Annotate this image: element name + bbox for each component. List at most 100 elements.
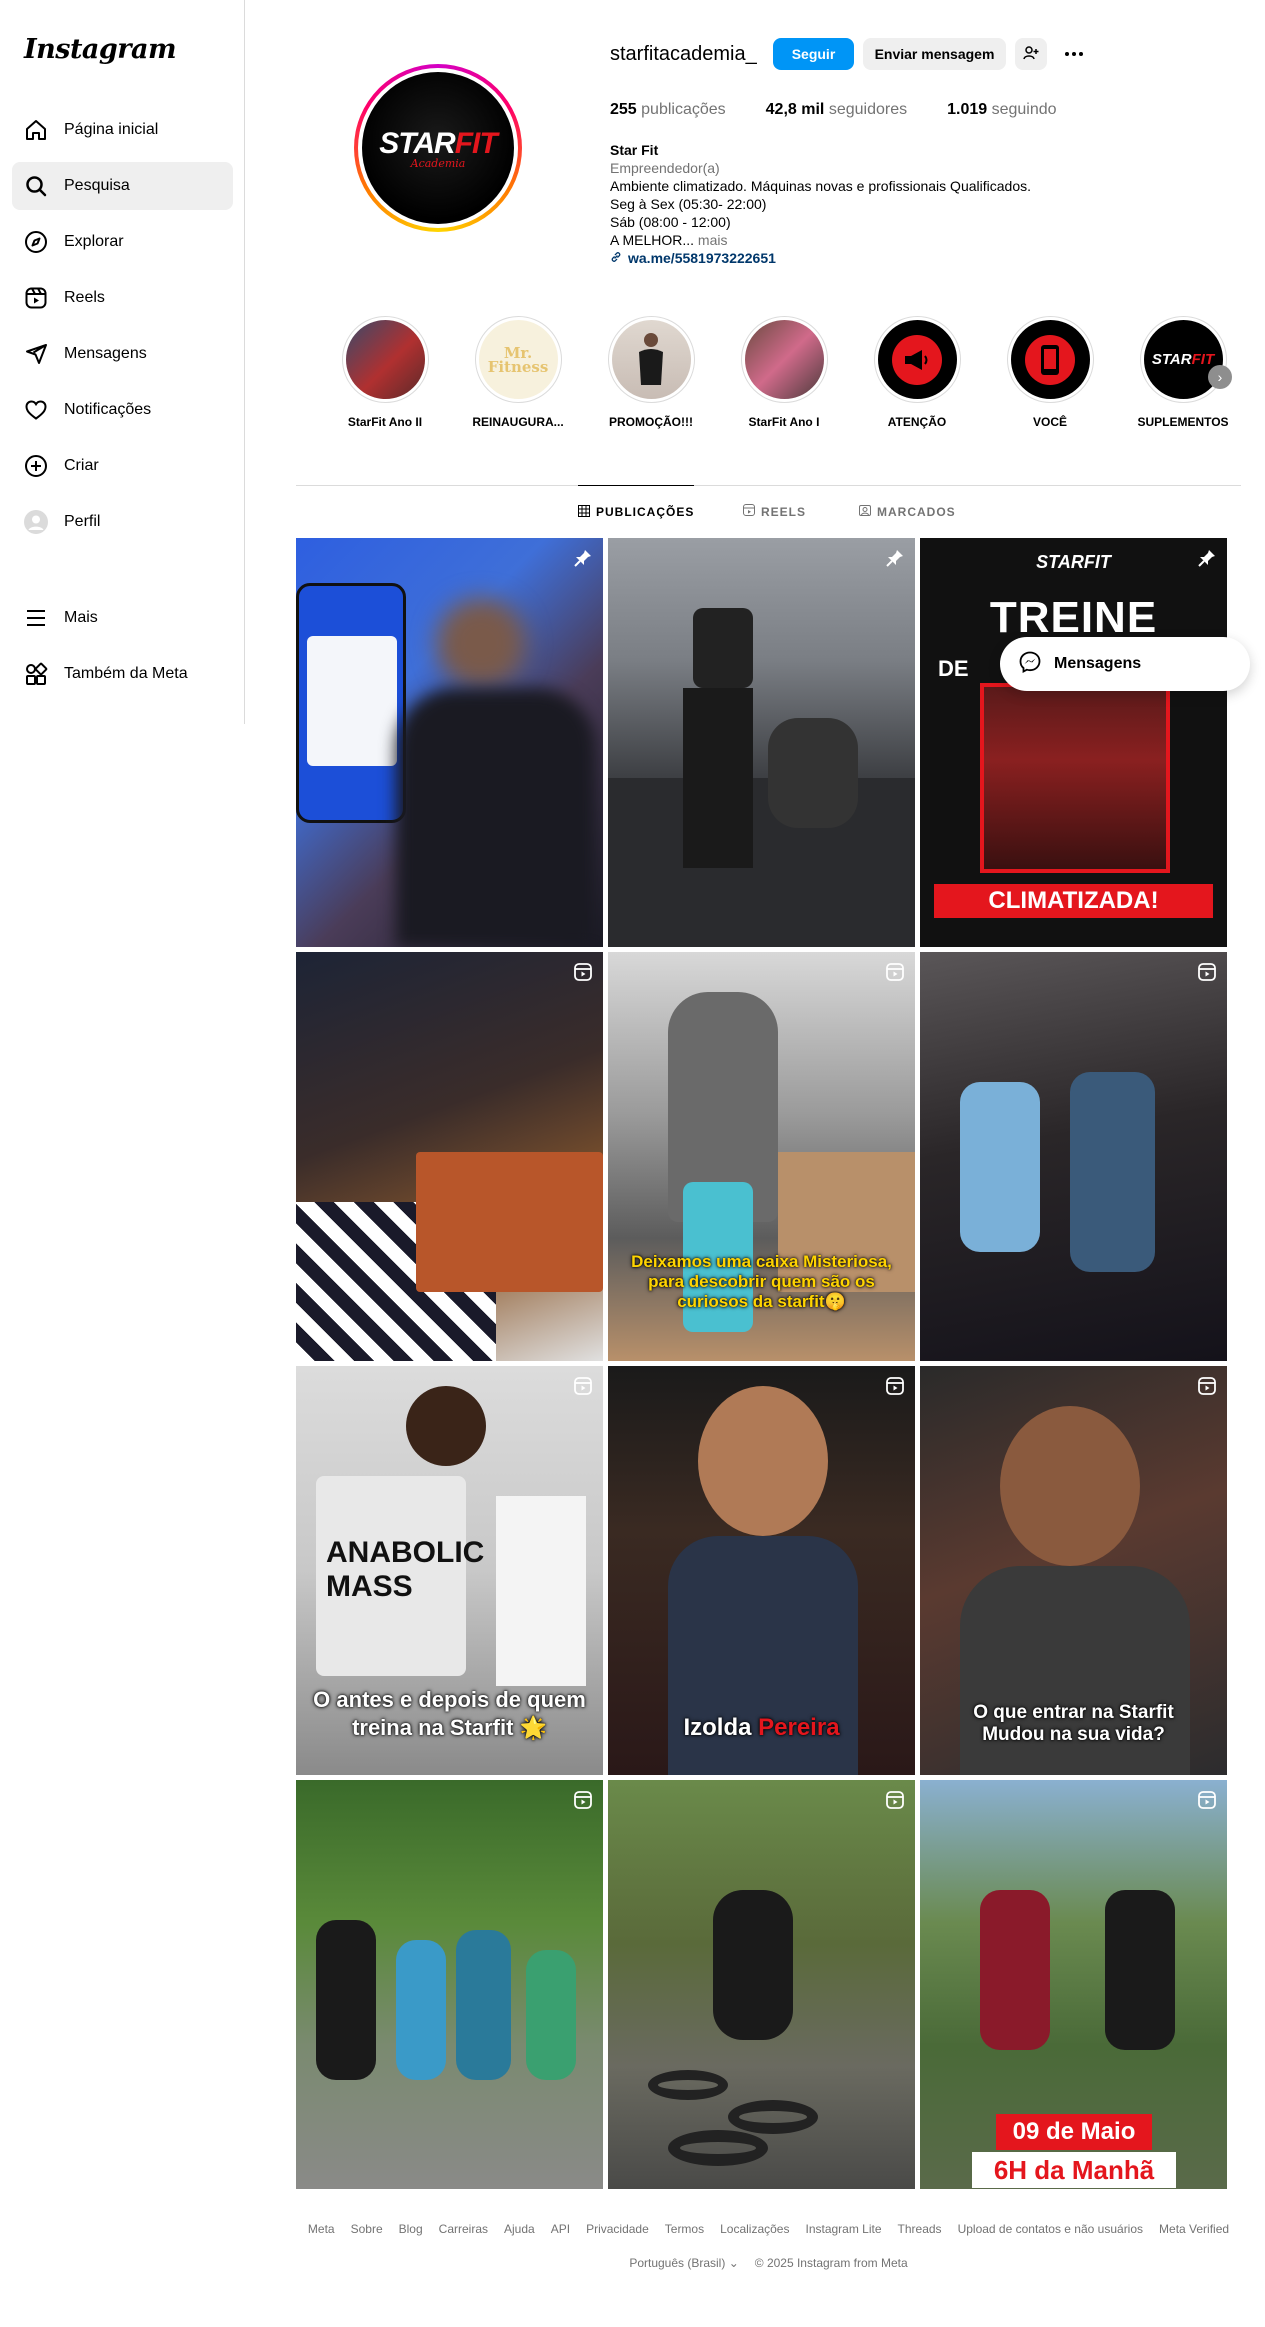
sidebar-item-notifications[interactable]: Notificações (12, 386, 233, 434)
followers-count[interactable]: 42,8 mil seguidores (766, 101, 907, 119)
footer-link[interactable]: Privacidade (586, 2222, 649, 2236)
sidebar-item-label: Página inicial (64, 121, 159, 138)
post-thumbnail[interactable]: 09 de Maio 6H da Manhã (920, 1780, 1227, 2189)
following-count[interactable]: 1.019 seguindo (947, 101, 1056, 119)
home-icon (24, 118, 48, 142)
heart-icon (24, 398, 48, 422)
highlight-item[interactable]: Mr. Fitness REINAUGURA... (468, 316, 568, 429)
sidebar-item-messages[interactable]: Mensagens (12, 330, 233, 378)
highlight-thumbnail (345, 320, 425, 399)
sidebar-item-explore[interactable]: Explorar (12, 218, 233, 266)
highlight-thumbnail (877, 320, 957, 399)
footer-link[interactable]: API (551, 2222, 570, 2236)
reel-icon (573, 1790, 593, 1810)
follow-button[interactable]: Seguir (773, 38, 854, 70)
bio-link-text: wa.me/5581973222651 (628, 250, 776, 266)
highlight-label: VOCÊ (1032, 415, 1067, 429)
highlight-item[interactable]: StarFit Ano I (734, 316, 834, 429)
post-thumbnail[interactable] (920, 952, 1227, 1361)
highlight-label: StarFit Ano II (347, 415, 423, 429)
footer-link[interactable]: Termos (665, 2222, 704, 2236)
more-options-icon[interactable] (1062, 42, 1086, 66)
sidebar-item-also-from-meta[interactable]: Também da Meta (12, 650, 233, 698)
profile-display-name: Star Fit (610, 142, 659, 158)
messages-floating-button[interactable]: Mensagens (1000, 637, 1250, 691)
suggested-accounts-button[interactable] (1015, 38, 1047, 70)
language-selector[interactable]: Português (Brasil) ⌄ (629, 2256, 738, 2270)
reel-icon (885, 1790, 905, 1810)
highlight-item[interactable]: VOCÊ (1000, 316, 1100, 429)
instagram-logo[interactable]: Instagram (24, 34, 177, 65)
tab-posts[interactable]: PUBLICAÇÕES (578, 485, 695, 538)
highlight-label: PROMOÇÃO!!! (609, 415, 693, 429)
posts-count-label: publicações (641, 101, 726, 118)
footer-link[interactable]: Upload de contatos e não usuários (958, 2222, 1143, 2236)
profile-avatar-story-ring[interactable]: STARFIT Academia (354, 64, 522, 232)
post-thumbnail[interactable] (296, 1780, 603, 2189)
post-thumbnail[interactable]: STARFIT TREINE DE CLIMATIZADA! (920, 538, 1227, 947)
profile-stats: 255 publicações 42,8 mil seguidores 1.01… (610, 101, 1097, 119)
footer-link[interactable]: Blog (399, 2222, 423, 2236)
pinned-icon (885, 548, 905, 568)
reel-icon (885, 1376, 905, 1396)
tab-label: MARCADOS (877, 504, 956, 519)
link-icon (610, 249, 622, 267)
bio-line: Seg à Sex (05:30- 22:00) (610, 196, 767, 212)
highlight-item[interactable]: StarFit Ano II (335, 316, 435, 429)
bio-line: Ambiente climatizado. Máquinas novas e p… (610, 178, 1031, 194)
footer-link[interactable]: Sobre (351, 2222, 383, 2236)
sidebar-item-home[interactable]: Página inicial (12, 106, 233, 154)
sidebar-item-profile[interactable]: Perfil (12, 498, 233, 546)
search-icon (24, 174, 48, 198)
sidebar-item-search[interactable]: Pesquisa (12, 162, 233, 210)
sidebar-item-reels[interactable]: Reels (12, 274, 233, 322)
highlight-thumbnail-text: Mr. Fitness (487, 343, 549, 376)
tab-label: PUBLICAÇÕES (596, 505, 695, 519)
reel-icon (573, 1376, 593, 1396)
post-caption: O que entrar na Starfit Mudou na sua vid… (973, 1702, 1174, 1745)
bio-more-link[interactable]: mais (698, 232, 728, 248)
highlight-label: ATENÇÃO (887, 415, 947, 429)
highlights-next-button[interactable]: › (1208, 365, 1232, 389)
copyright-text: © 2025 Instagram from Meta (754, 2256, 908, 2270)
phone-icon (1025, 334, 1075, 385)
tab-label: REELS (761, 504, 807, 519)
post-thumbnail[interactable]: O que entrar na Starfit Mudou na sua vid… (920, 1366, 1227, 1775)
highlight-item[interactable]: ATENÇÃO (867, 316, 967, 429)
post-thumbnail[interactable] (296, 952, 603, 1361)
post-thumbnail[interactable]: Izolda Pereira (608, 1366, 915, 1775)
avatar-logo-subtext: Academia (410, 156, 466, 170)
highlight-item[interactable]: PROMOÇÃO!!! (601, 316, 701, 429)
sidebar-item-more[interactable]: Mais (12, 594, 233, 642)
highlight-label: REINAUGURA... (472, 415, 564, 429)
bio-line: A MELHOR... (610, 232, 695, 248)
bio-external-link[interactable]: wa.me/5581973222651 (610, 249, 1031, 267)
reels-icon (24, 286, 48, 310)
footer-link[interactable]: Ajuda (504, 2222, 535, 2236)
post-overlay-text: STARFIT (1036, 552, 1111, 572)
sidebar: Instagram Página inicial Pesquisa Explor… (0, 0, 245, 724)
sidebar-item-create[interactable]: Criar (12, 442, 233, 490)
footer-link[interactable]: Localizações (720, 2222, 789, 2236)
post-thumbnail[interactable] (296, 538, 603, 947)
post-thumbnail[interactable] (608, 1780, 915, 2189)
tab-tagged[interactable]: MARCADOS (859, 485, 956, 538)
posts-count-value: 255 (610, 101, 637, 118)
highlight-thumbnail (744, 320, 824, 399)
messenger-icon (1018, 650, 1042, 679)
post-thumbnail[interactable] (608, 538, 915, 947)
profile-username: starfitacademia_ (610, 43, 757, 65)
footer-link[interactable]: Meta Verified (1159, 2222, 1229, 2236)
footer-link[interactable]: Threads (898, 2222, 942, 2236)
grid-icon (578, 504, 590, 520)
tab-reels[interactable]: REELS (743, 485, 806, 538)
post-thumbnail[interactable]: Deixamos uma caixa Misteriosa, para desc… (608, 952, 915, 1361)
footer-link[interactable]: Meta (308, 2222, 335, 2236)
meta-apps-icon (24, 662, 48, 686)
profile-avatar-icon (24, 510, 48, 534)
post-thumbnail[interactable]: ANABOLIC MASS O antes e depois de quem t… (296, 1366, 603, 1775)
footer-link[interactable]: Instagram Lite (805, 2222, 881, 2236)
followers-count-label: seguidores (828, 101, 908, 118)
send-message-button[interactable]: Enviar mensagem (863, 38, 1006, 70)
footer-link[interactable]: Carreiras (439, 2222, 488, 2236)
